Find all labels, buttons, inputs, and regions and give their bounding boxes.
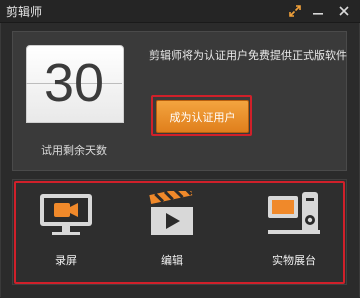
title-bar: 剪辑师 (0, 0, 360, 23)
tool-screen-record[interactable]: 录屏 (21, 188, 111, 274)
document-camera-icon (262, 188, 326, 242)
tool-document-camera[interactable]: 实物展台 (249, 188, 339, 274)
minimize-button[interactable] (307, 0, 329, 22)
tool-label: 实物展台 (272, 254, 316, 267)
tool-label: 录屏 (55, 254, 77, 267)
tool-label: 编辑 (161, 254, 183, 267)
close-icon (339, 6, 349, 16)
app-title: 剪辑师 (6, 5, 43, 19)
minimize-icon (313, 13, 323, 15)
expand-button[interactable] (284, 0, 306, 22)
cta-highlight: 成为认证用户 (151, 95, 252, 136)
days-remaining: 30 (43, 53, 105, 113)
become-certified-button[interactable]: 成为认证用户 (156, 100, 249, 133)
close-button[interactable] (333, 0, 355, 22)
clapperboard-icon (140, 188, 204, 242)
tool-edit[interactable]: 编辑 (127, 188, 217, 274)
trial-calendar: 30 (26, 45, 124, 137)
screen-record-icon (34, 188, 98, 242)
promo-text: 剪辑师将为认证用户免费提供正式版软件 (149, 49, 347, 62)
days-remaining-label: 试用剩余天数 (41, 144, 107, 157)
expand-arrows-icon (289, 5, 301, 17)
